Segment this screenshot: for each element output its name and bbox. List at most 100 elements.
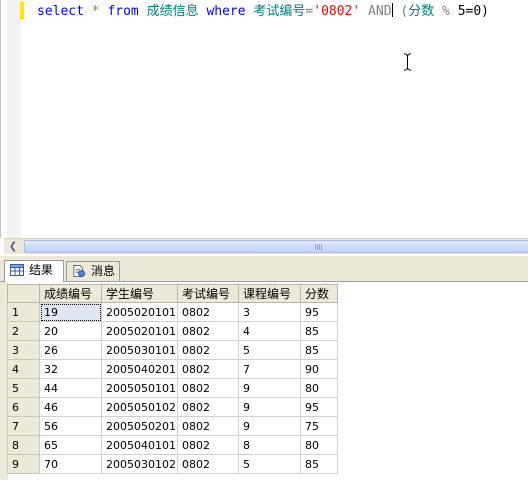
tab-results-label: 结果 <box>29 263 54 277</box>
scroll-left-arrow-icon[interactable]: ❮ <box>6 240 20 253</box>
table-cell[interactable]: 2005020101 <box>101 302 178 322</box>
table-cell[interactable]: 85 <box>300 454 338 474</box>
column-header[interactable]: 分数 <box>300 284 338 303</box>
table-cell[interactable]: 8 <box>238 435 301 455</box>
result-tabs: 结果 消息 <box>0 256 528 282</box>
row-number[interactable]: 1 <box>7 302 40 322</box>
table-cell[interactable]: 2005040101 <box>101 435 178 455</box>
table-cell[interactable]: 0802 <box>177 435 239 455</box>
row-number[interactable]: 7 <box>7 416 40 436</box>
exam-column: 考试编号 <box>253 4 306 19</box>
table-cell[interactable]: 26 <box>39 340 102 360</box>
table-cell[interactable]: 2005030101 <box>101 340 178 360</box>
changed-line-marker <box>20 2 24 19</box>
column-header[interactable]: 学生编号 <box>101 284 178 303</box>
table-row[interactable]: 9 70 2005030102 0802 5 85 <box>7 454 338 474</box>
row-number[interactable]: 3 <box>7 340 40 360</box>
table-cell[interactable]: 0802 <box>177 454 239 474</box>
table-cell[interactable]: 2005050101 <box>101 378 178 398</box>
kw-and: AND <box>368 4 392 19</box>
table-cell[interactable]: 9 <box>238 416 301 436</box>
row-number[interactable]: 8 <box>7 435 40 455</box>
thumb-grip <box>315 244 323 250</box>
table-cell[interactable]: 95 <box>300 397 338 417</box>
table-cell[interactable]: 95 <box>300 302 338 322</box>
row-number[interactable]: 6 <box>7 397 40 417</box>
table-cell[interactable]: 80 <box>300 378 338 398</box>
table-cell[interactable]: 0802 <box>177 397 239 417</box>
message-document-icon <box>73 265 85 277</box>
table-cell[interactable]: 9 <box>238 397 301 417</box>
results-table: 成绩编号 学生编号 考试编号 课程编号 分数 1 19 2005020101 0802… <box>7 284 338 474</box>
table-cell[interactable]: 9 <box>238 378 301 398</box>
scroll-thumb[interactable] <box>24 240 528 253</box>
column-header[interactable]: 考试编号 <box>177 284 239 303</box>
score-column: 分数 <box>408 4 435 19</box>
table-row[interactable]: 8 65 2005040101 0802 8 80 <box>7 435 338 455</box>
table-cell[interactable]: 70 <box>39 454 102 474</box>
header-row: 成绩编号 学生编号 考试编号 课程编号 分数 <box>7 284 338 303</box>
table-cell[interactable]: 0802 <box>177 321 239 341</box>
table-cell[interactable]: 85 <box>300 340 338 360</box>
table-cell[interactable]: 2005050201 <box>101 416 178 436</box>
table-row[interactable]: 5 44 2005050101 0802 9 80 <box>7 378 338 398</box>
sql-rest: 5=0) <box>457 4 489 19</box>
table-cell[interactable]: 3 <box>238 302 301 322</box>
table-cell[interactable]: 2005030102 <box>101 454 178 474</box>
horizontal-scrollbar[interactable]: ❮ <box>4 238 528 254</box>
column-header[interactable]: 课程编号 <box>238 284 301 303</box>
table-cell[interactable]: 46 <box>39 397 102 417</box>
table-cell[interactable]: 5 <box>238 340 301 360</box>
text-caret <box>391 3 393 17</box>
table-cell[interactable]: 56 <box>39 416 102 436</box>
table-cell[interactable]: 2005040201 <box>101 359 178 379</box>
table-cell[interactable]: 2005050102 <box>101 397 178 417</box>
row-number[interactable]: 9 <box>7 454 40 474</box>
column-header[interactable]: 成绩编号 <box>39 284 102 303</box>
tab-results[interactable]: 结果 <box>4 260 64 282</box>
table-cell[interactable]: 32 <box>39 359 102 379</box>
table-cell[interactable]: 0802 <box>177 359 239 379</box>
table-cell[interactable]: 0802 <box>177 416 239 436</box>
table-row[interactable]: 1 19 2005020101 0802 3 95 <box>7 302 338 322</box>
editor-gutter <box>7 0 21 238</box>
row-number[interactable]: 2 <box>7 321 40 341</box>
tab-messages-label: 消息 <box>91 264 116 278</box>
table-row[interactable]: 2 20 2005020101 0802 4 85 <box>7 321 338 341</box>
kw-from: from <box>107 4 139 19</box>
table-cell[interactable]: 2005020101 <box>101 321 178 341</box>
sql-line[interactable]: select * from 成绩信息 where 考试编号='0802' AND… <box>37 3 489 20</box>
table-row[interactable]: 3 26 2005030101 0802 5 85 <box>7 340 338 360</box>
table-cell[interactable]: 85 <box>300 321 338 341</box>
kw-select: select <box>37 4 84 19</box>
table-cell[interactable]: 0802 <box>177 378 239 398</box>
table-cell[interactable]: 0802 <box>177 340 239 360</box>
corner-header[interactable] <box>7 284 40 303</box>
table-row[interactable]: 4 32 2005040201 0802 7 90 <box>7 359 338 379</box>
row-number[interactable]: 4 <box>7 359 40 379</box>
query-editor[interactable]: select * from 成绩信息 where 考试编号='0802' AND… <box>0 0 528 238</box>
tab-messages[interactable]: 消息 <box>66 261 120 281</box>
table-name: 成绩信息 <box>146 4 199 19</box>
table-cell[interactable]: 75 <box>300 416 338 436</box>
table-cell[interactable]: 44 <box>39 378 102 398</box>
kw-where: where <box>206 4 246 19</box>
mod-op: % <box>442 4 450 19</box>
table-cell[interactable]: 65 <box>39 435 102 455</box>
ibeam-cursor-icon <box>404 53 411 71</box>
table-cell[interactable]: 90 <box>300 359 338 379</box>
table-cell[interactable]: 7 <box>238 359 301 379</box>
table-cell[interactable]: 20 <box>39 321 102 341</box>
lparen: ( <box>400 4 409 19</box>
table-cell[interactable]: 19 <box>39 302 102 322</box>
table-row[interactable]: 7 56 2005050201 0802 9 75 <box>7 416 338 436</box>
results-grid[interactable]: 成绩编号 学生编号 考试编号 课程编号 分数 1 19 2005020101 0802… <box>0 282 528 480</box>
table-cell[interactable]: 80 <box>300 435 338 455</box>
table-cell[interactable]: 0802 <box>177 302 239 322</box>
row-number[interactable]: 5 <box>7 378 40 398</box>
grid-icon <box>10 264 24 276</box>
table-row[interactable]: 6 46 2005050102 0802 9 95 <box>7 397 338 417</box>
table-cell[interactable]: 4 <box>238 321 301 341</box>
table-cell[interactable]: 5 <box>238 454 301 474</box>
star: * <box>83 4 108 19</box>
